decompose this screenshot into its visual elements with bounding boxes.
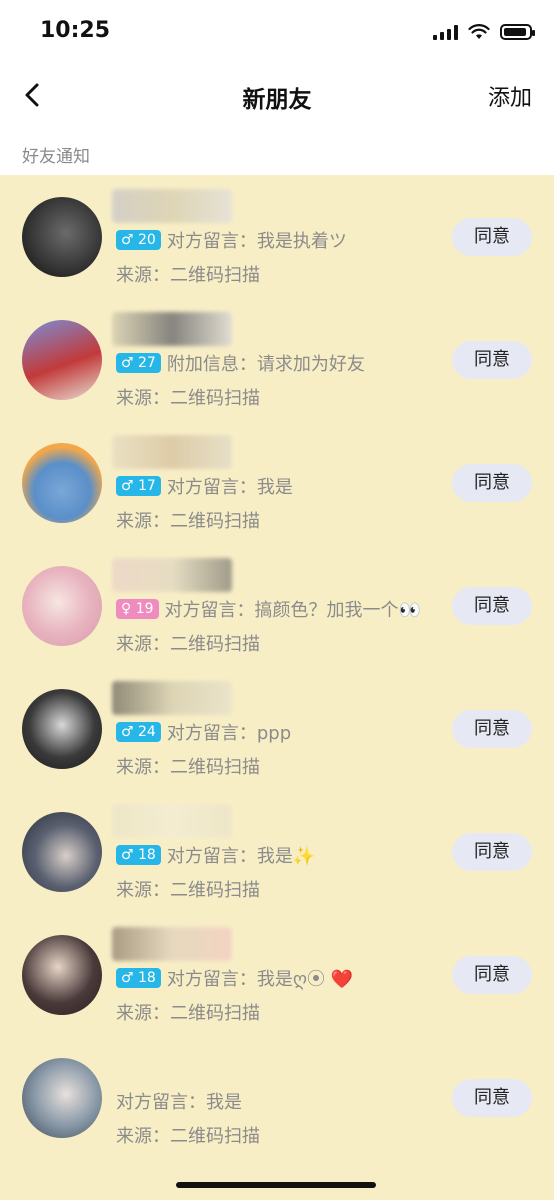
add-button[interactable]: 添加 — [488, 80, 532, 112]
blurred-name — [112, 558, 232, 592]
request-source: 来源：二维码扫描 — [116, 511, 260, 532]
blurred-name — [112, 189, 232, 223]
system-icons — [433, 24, 535, 40]
request-message: 对方留言：我是ღ⦿ ❤️ — [166, 969, 354, 990]
friend-request-row[interactable]: ♂ 18 对方留言：我是ღ⦿ ❤️ 来源：二维码扫描 同意 — [0, 913, 554, 1036]
request-source: 来源：二维码扫描 — [116, 757, 260, 778]
friend-request-row[interactable]: 对方留言：我是 来源：二维码扫描 同意 — [0, 1036, 554, 1159]
gender-age-badge: ♂ 18 — [116, 968, 161, 988]
section-title: 好友通知 — [22, 147, 90, 167]
agree-button[interactable]: 同意 — [452, 587, 532, 625]
friend-request-row[interactable]: ♂ 24 对方留言：ppp 来源：二维码扫描 同意 — [0, 667, 554, 790]
request-source: 来源：二维码扫描 — [116, 634, 260, 655]
blurred-name — [112, 804, 232, 838]
request-source: 来源：二维码扫描 — [116, 1126, 260, 1147]
gender-age-badge: ♂ 18 — [116, 845, 161, 865]
friend-request-list: ♂ 20 对方留言：我是执着ツ 来源：二维码扫描 同意 ♂ 27 附加信息：请求… — [0, 175, 554, 1159]
request-source: 来源：二维码扫描 — [116, 880, 260, 901]
request-message: 对方留言：搞颜色？加我一个👀 — [164, 600, 421, 621]
request-source: 来源：二维码扫描 — [116, 1003, 260, 1024]
request-source: 来源：二维码扫描 — [116, 388, 260, 409]
avatar[interactable] — [22, 812, 102, 892]
avatar[interactable] — [22, 443, 102, 523]
battery-icon — [500, 24, 535, 40]
page-title: 新朋友 — [242, 87, 312, 113]
agree-button[interactable]: 同意 — [452, 218, 532, 256]
blurred-name — [112, 927, 232, 961]
friend-request-row[interactable]: ♂ 17 对方留言：我是 来源：二维码扫描 同意 — [0, 421, 554, 544]
gender-age-badge: ♀ 19 — [116, 599, 159, 619]
cellular-signal-icon — [433, 24, 458, 40]
blurred-name — [112, 312, 232, 346]
friend-request-row[interactable]: ♂ 27 附加信息：请求加为好友 来源：二维码扫描 同意 — [0, 298, 554, 421]
avatar[interactable] — [22, 689, 102, 769]
navigation-bar: 新朋友 添加 — [0, 64, 554, 130]
status-bar: 10:25 — [0, 0, 554, 64]
agree-button[interactable]: 同意 — [452, 1079, 532, 1117]
home-indicator[interactable] — [176, 1182, 376, 1188]
agree-button[interactable]: 同意 — [452, 956, 532, 994]
friend-request-row[interactable]: ♂ 18 对方留言：我是✨ 来源：二维码扫描 同意 — [0, 790, 554, 913]
gender-age-badge: ♂ 24 — [116, 722, 161, 742]
avatar[interactable] — [22, 197, 102, 277]
avatar[interactable] — [22, 1058, 102, 1138]
blurred-name — [112, 681, 232, 715]
request-source: 来源：二维码扫描 — [116, 265, 260, 286]
agree-button[interactable]: 同意 — [452, 710, 532, 748]
status-time: 10:25 — [40, 18, 111, 43]
avatar[interactable] — [22, 935, 102, 1015]
gender-age-badge: ♂ 17 — [116, 476, 161, 496]
avatar[interactable] — [22, 320, 102, 400]
avatar[interactable] — [22, 566, 102, 646]
gender-age-badge: ♂ 27 — [116, 353, 161, 373]
gender-age-badge: ♂ 20 — [116, 230, 161, 250]
agree-button[interactable]: 同意 — [452, 833, 532, 871]
request-message: 附加信息：请求加为好友 — [166, 354, 365, 375]
agree-button[interactable]: 同意 — [452, 464, 532, 502]
wifi-icon — [468, 24, 490, 39]
friend-request-row[interactable]: ♀ 19 对方留言：搞颜色？加我一个👀 来源：二维码扫描 同意 — [0, 544, 554, 667]
request-message: 对方留言：我是 — [116, 1092, 242, 1113]
request-message: 对方留言：我是执着ツ — [166, 231, 347, 252]
request-message: 对方留言：我是✨ — [166, 846, 316, 867]
agree-button[interactable]: 同意 — [452, 341, 532, 379]
request-message: 对方留言：我是 — [166, 477, 293, 498]
request-message: 对方留言：ppp — [166, 723, 292, 744]
blurred-name — [112, 435, 232, 469]
friend-request-row[interactable]: ♂ 20 对方留言：我是执着ツ 来源：二维码扫描 同意 — [0, 175, 554, 298]
friend-notification-header: 好友通知 — [0, 130, 554, 175]
